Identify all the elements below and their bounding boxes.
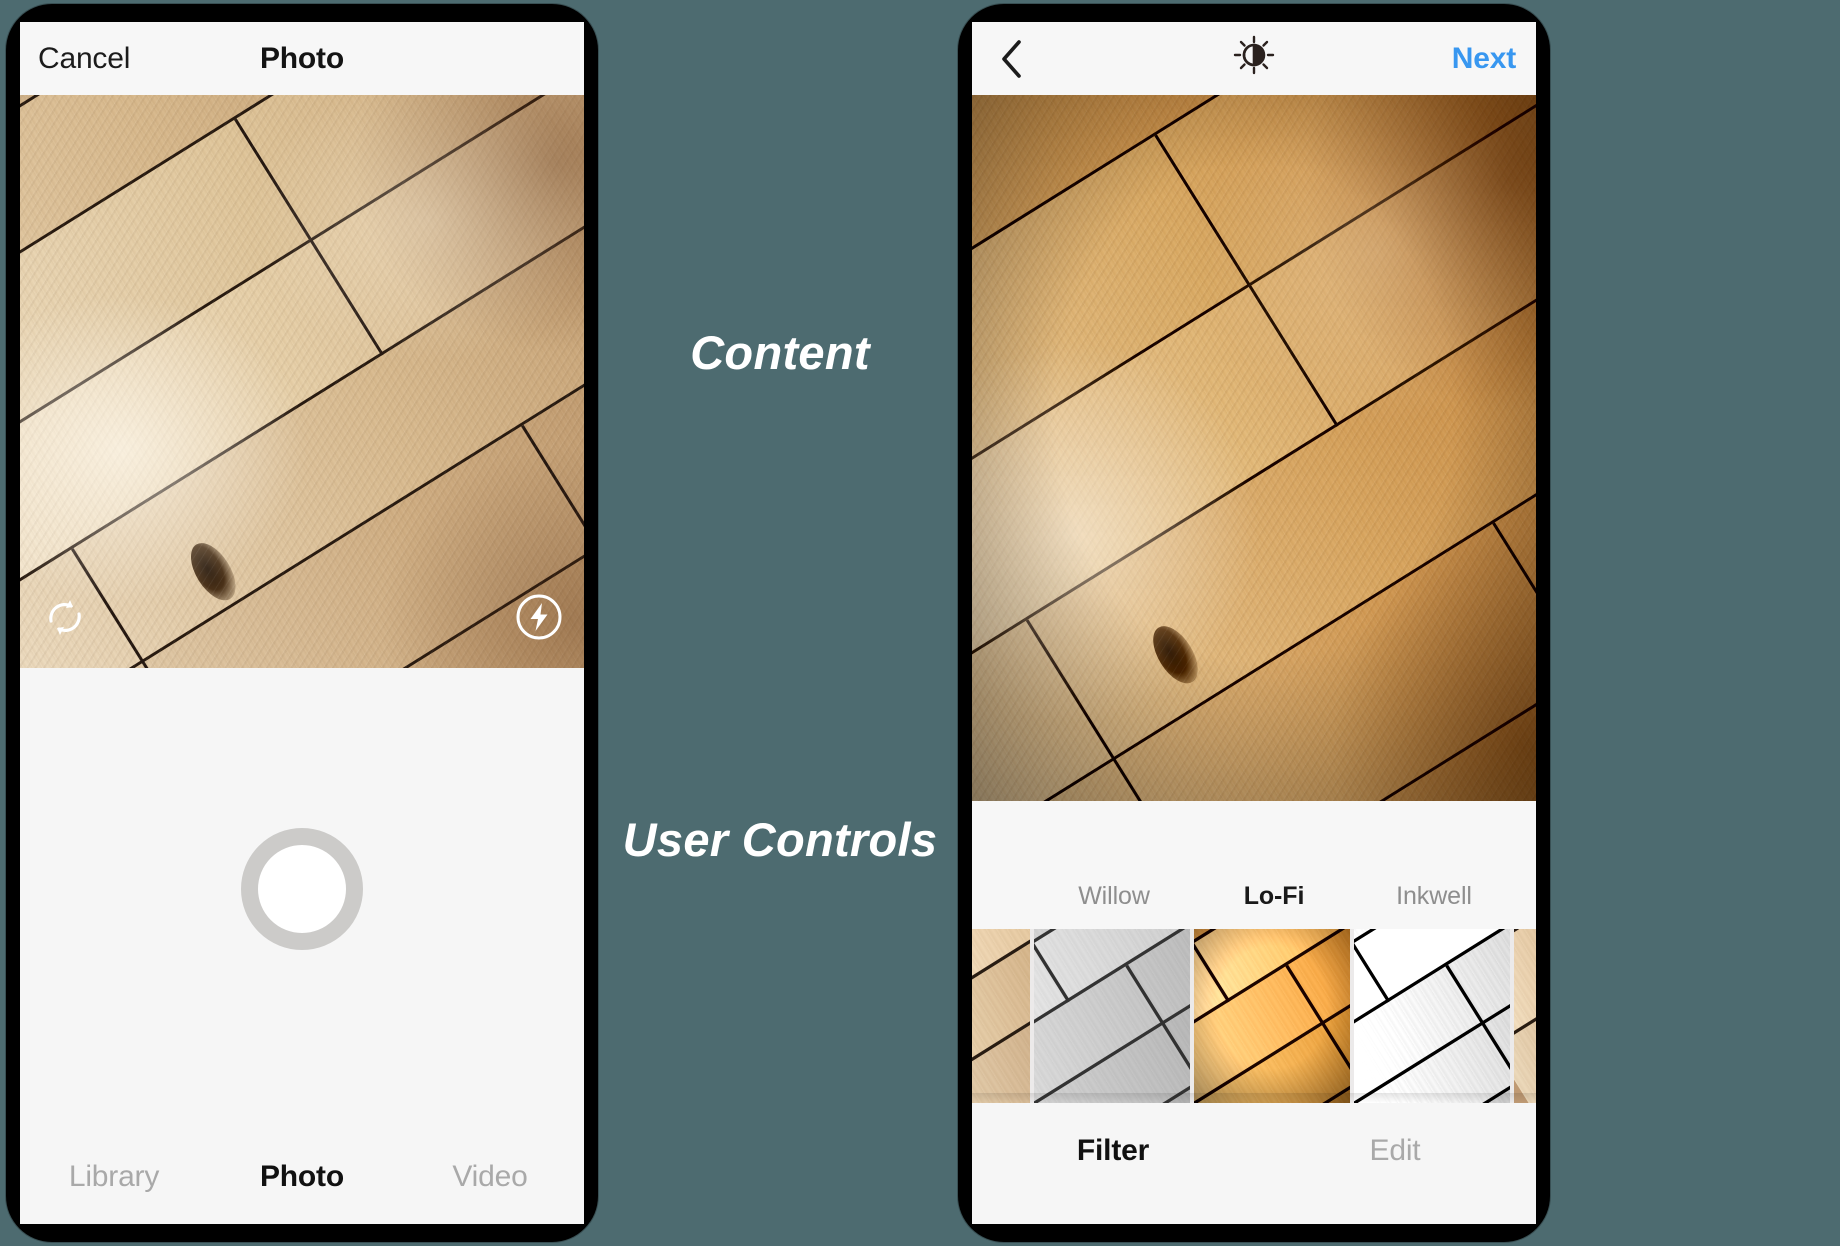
tab-edit[interactable]: Edit [1370, 1134, 1421, 1167]
left-phone-screen: Cancel Photo Library Photo Video [20, 22, 584, 1224]
filter-thumbnail-lofi[interactable] [1194, 929, 1350, 1103]
filter-thumbnail-willow[interactable] [1034, 929, 1190, 1103]
camera-viewfinder[interactable] [20, 95, 584, 668]
filter-label-willow[interactable]: Willow [1078, 882, 1150, 911]
left-tabbar: Library Photo Video [20, 1129, 584, 1224]
tab-library[interactable]: Library [69, 1160, 160, 1193]
tab-filter[interactable]: Filter [1077, 1134, 1149, 1167]
flash-icon[interactable] [510, 588, 568, 646]
filter-thumbnail-partial-right[interactable] [1514, 929, 1536, 1103]
next-button[interactable]: Next [1452, 42, 1516, 76]
right-phone-screen: Next Willow Lo-Fi Inkwell Filter Edit [972, 22, 1536, 1224]
tab-video[interactable]: Video [452, 1160, 527, 1193]
content-annotation: Content [690, 326, 870, 379]
wood-floor-image [972, 95, 1536, 801]
camera-controls-panel [20, 668, 584, 1129]
filter-thumbnail-partial-left[interactable] [972, 929, 1030, 1103]
wood-floor-image [20, 95, 584, 668]
filter-label-lofi[interactable]: Lo-Fi [1244, 882, 1305, 911]
right-tabbar: Filter Edit [972, 1103, 1536, 1198]
left-navbar: Cancel Photo [20, 22, 584, 95]
left-phone-frame: Cancel Photo Library Photo Video [6, 4, 598, 1242]
page-title: Photo [260, 41, 344, 75]
right-navbar: Next [972, 22, 1536, 95]
user-controls-annotation: User Controls [622, 813, 938, 866]
filter-name-row: Willow Lo-Fi Inkwell [972, 801, 1536, 929]
tab-photo[interactable]: Photo [260, 1160, 344, 1193]
right-phone-frame: Next Willow Lo-Fi Inkwell Filter Edit [958, 4, 1550, 1242]
filter-thumbnail-strip[interactable] [972, 929, 1536, 1103]
filter-thumbnail-inkwell[interactable] [1354, 929, 1510, 1103]
camera-flip-icon[interactable] [36, 588, 94, 646]
filter-label-inkwell[interactable]: Inkwell [1396, 882, 1472, 911]
shutter-button[interactable] [241, 828, 363, 950]
filtered-photo-preview[interactable] [972, 95, 1536, 801]
